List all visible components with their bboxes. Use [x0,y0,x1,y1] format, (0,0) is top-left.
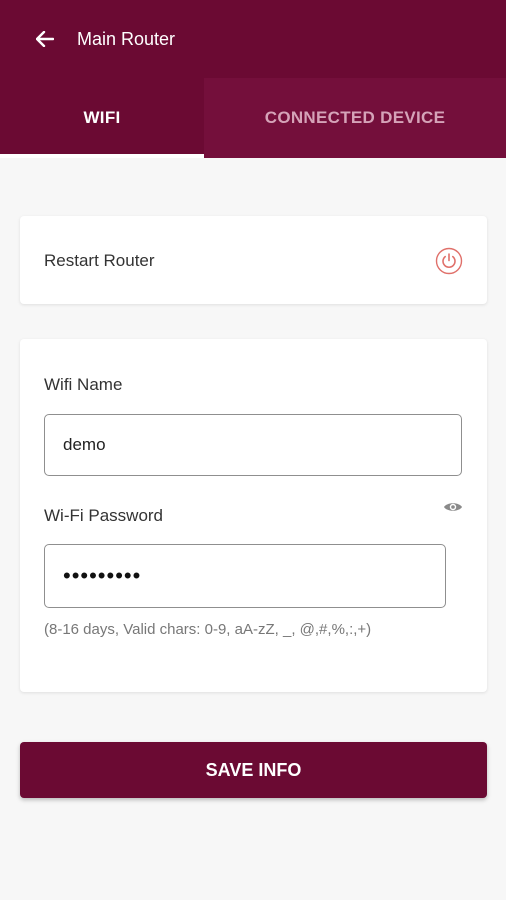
app-bar: Main Router [0,0,506,78]
restart-router-card[interactable]: Restart Router [20,216,487,304]
back-button[interactable] [28,22,62,56]
restart-router-label: Restart Router [44,251,155,270]
eye-icon[interactable] [443,499,463,515]
page-title: Main Router [77,29,176,49]
wifi-password-input[interactable] [44,544,446,608]
save-info-button[interactable]: SAVE INFO [20,742,487,798]
wifi-settings-card: Wifi Name Wi-Fi Password (8-16 days, Val… [20,339,487,692]
wifi-password-label: Wi-Fi Password [44,506,164,525]
tab-bar: WIFI CONNECTED DEVICE [0,78,506,158]
tab-wifi[interactable]: WIFI [0,78,204,158]
wifi-name-input[interactable] [44,414,462,476]
power-icon[interactable] [435,247,463,275]
arrow-left-icon [36,31,54,47]
password-hint: (8-16 days, Valid chars: 0-9, aA-zZ, _, … [44,621,372,638]
wifi-name-label: Wifi Name [44,375,123,394]
tab-connected-device[interactable]: CONNECTED DEVICE [204,78,506,158]
